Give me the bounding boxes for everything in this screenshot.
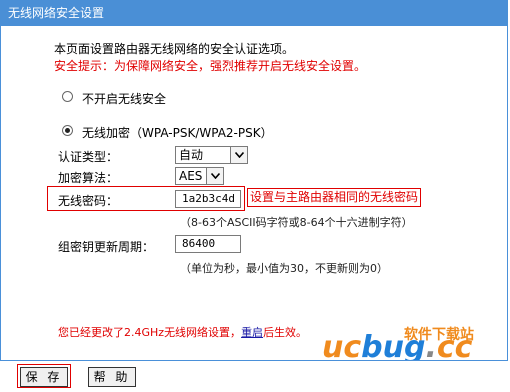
button-bar [0, 360, 508, 391]
password-annotation: 设置与主路由器相同的无线密码 [247, 188, 422, 207]
group-key-label: 组密钥更新周期： [58, 240, 155, 254]
password-hint: （8-63个ASCII码字符或8-64个十六进制字符） [180, 216, 413, 229]
group-key-hint: （单位为秒，最小值为30，不更新则为0） [180, 262, 388, 275]
page-title: 无线网络安全设置 [0, 0, 508, 26]
password-input[interactable]: 1a2b3c4d [175, 190, 241, 208]
security-tip: 安全提示：为保障网络安全，强烈推荐开启无线安全设置。 [54, 59, 367, 73]
group-key-input[interactable]: 86400 [175, 235, 241, 253]
reboot-link[interactable]: 重启 [241, 326, 263, 339]
auth-type-value: 自动 [179, 148, 204, 162]
password-label: 无线密码： [58, 194, 119, 208]
auth-type-label: 认证类型： [58, 150, 119, 164]
wpa-encrypt-label-text: 无线加密（WPA-PSK/WPA2-PSK） [82, 126, 273, 140]
encryption-select[interactable]: AES [175, 167, 224, 185]
no-security-label: 不开启无线安全 [82, 92, 167, 106]
chevron-down-icon [230, 147, 247, 163]
no-security-radio[interactable] [62, 91, 73, 102]
reboot-notice: 您已经更改了2.4GHz无线网络设置，重启后生效。 [58, 324, 307, 340]
reboot-notice-suffix: 后生效。 [263, 326, 308, 339]
encryption-value: AES [179, 169, 203, 183]
chevron-down-icon [206, 168, 223, 184]
encryption-label: 加密算法： [58, 171, 119, 185]
auth-type-select[interactable]: 自动 [175, 146, 248, 164]
wpa-encrypt-radio[interactable] [62, 125, 73, 136]
reboot-notice-prefix: 您已经更改了2.4GHz无线网络设置， [58, 326, 242, 339]
help-button[interactable]: 帮 助 [88, 367, 136, 387]
wpa-encrypt-label: 无线加密（WPA-PSK/WPA2-PSK） [82, 124, 273, 141]
save-button[interactable]: 保 存 [20, 367, 68, 387]
intro-text: 本页面设置路由器无线网络的安全认证选项。 [54, 42, 295, 56]
